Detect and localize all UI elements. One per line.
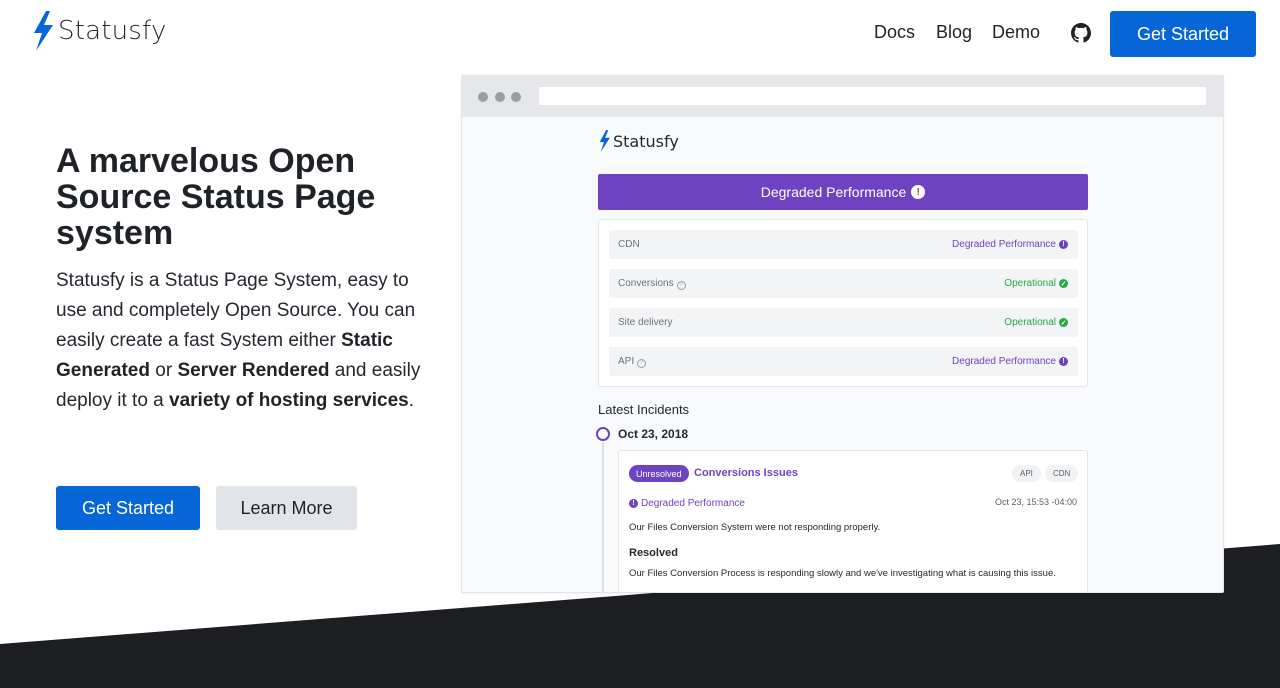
- tag-api: API: [1012, 465, 1041, 482]
- nav-link-docs[interactable]: Docs: [874, 22, 915, 43]
- learn-more-button[interactable]: Learn More: [216, 486, 357, 530]
- service-row-api: API? Degraded Performance!: [609, 347, 1078, 376]
- overall-status-banner: Degraded Performance !: [598, 174, 1088, 210]
- brand-logo[interactable]: Statusfy: [31, 11, 167, 51]
- github-icon[interactable]: [1071, 23, 1091, 43]
- get-started-button[interactable]: Get Started: [56, 486, 200, 530]
- exclamation-icon: !: [911, 185, 926, 199]
- service-status-text: Operational: [1004, 317, 1056, 328]
- check-icon: ✓: [1059, 318, 1068, 327]
- nav-get-started-button[interactable]: Get Started: [1110, 11, 1256, 57]
- service-status-text: Degraded Performance: [952, 356, 1056, 367]
- window-dot: [495, 92, 505, 102]
- service-row-conversions: Conversions? Operational ✓: [609, 269, 1078, 298]
- nav-link-demo[interactable]: Demo: [992, 22, 1040, 43]
- help-icon[interactable]: ?: [637, 358, 647, 368]
- latest-incidents-heading: Latest Incidents: [598, 402, 690, 417]
- incident-card: Unresolved Conversions Issues API CDN ! D…: [618, 450, 1088, 592]
- update-message: Our Files Conversion Process is respondi…: [629, 568, 1056, 579]
- desc-text: or: [149, 360, 178, 381]
- exclamation-icon: !: [1059, 357, 1068, 366]
- desc-text: .: [408, 390, 415, 411]
- service-name: Conversions?: [618, 278, 686, 290]
- exclamation-icon: !: [629, 499, 638, 508]
- unresolved-badge: Unresolved: [629, 465, 689, 482]
- incident-message: Our Files Conversion System were not res…: [629, 522, 881, 533]
- timeline-marker: [596, 427, 610, 441]
- exclamation-icon: !: [1059, 240, 1068, 249]
- nav-link-blog[interactable]: Blog: [936, 22, 972, 43]
- desc-emphasis-hosting: variety of hosting services: [169, 390, 409, 411]
- window-dot: [478, 92, 488, 102]
- service-status-text: Operational: [1004, 278, 1056, 289]
- service-name: API?: [618, 356, 647, 368]
- incident-date: Oct 23, 2018: [618, 427, 689, 441]
- service-status: Degraded Performance!: [952, 239, 1068, 250]
- window-dot: [511, 92, 521, 102]
- service-name: CDN: [618, 239, 640, 250]
- update-heading: Resolved: [629, 547, 678, 559]
- desc-emphasis-server: Server Rendered: [177, 360, 330, 381]
- service-name-text: API: [618, 356, 635, 367]
- incident-time: Oct 23, 15:53 -04:00: [994, 497, 1077, 507]
- lightning-bolt-icon: [599, 130, 610, 152]
- service-name: Site delivery: [618, 317, 673, 328]
- top-navbar: Statusfy Docs Blog Demo Get Started: [0, 0, 1280, 68]
- hero-description: Statusfy is a Status Page System, easy t…: [56, 266, 436, 416]
- service-status: Operational ✓: [1004, 317, 1068, 328]
- incident-status-text: Degraded Performance: [641, 498, 745, 509]
- service-status-text: Degraded Performance: [952, 239, 1056, 250]
- address-bar: [539, 87, 1206, 105]
- banner-text: Degraded Performance: [760, 184, 907, 200]
- service-status: Degraded Performance!: [952, 356, 1068, 367]
- incident-title[interactable]: Conversions Issues: [694, 467, 798, 479]
- incident-status: ! Degraded Performance: [629, 498, 745, 509]
- lightning-bolt-icon: [34, 11, 53, 51]
- services-list: CDN Degraded Performance! Conversions? O…: [598, 219, 1088, 387]
- service-name-text: Conversions: [618, 278, 674, 289]
- help-icon[interactable]: ?: [676, 280, 686, 290]
- timeline-line: [602, 442, 604, 592]
- preview-brand-name: Statusfy: [613, 131, 679, 151]
- brand-name: Statusfy: [58, 16, 167, 46]
- service-row-site-delivery: Site delivery Operational ✓: [609, 308, 1078, 337]
- check-icon: ✓: [1059, 279, 1068, 288]
- hero-title: A marvelous Open Source Status Page syst…: [56, 142, 376, 252]
- tag-cdn: CDN: [1045, 465, 1079, 482]
- service-row-cdn: CDN Degraded Performance!: [609, 230, 1078, 259]
- browser-toolbar: [462, 76, 1223, 117]
- preview-logo: Statusfy: [598, 129, 679, 153]
- status-page-preview: Statusfy Degraded Performance ! CDN Degr…: [461, 75, 1224, 593]
- service-status: Operational ✓: [1004, 278, 1068, 289]
